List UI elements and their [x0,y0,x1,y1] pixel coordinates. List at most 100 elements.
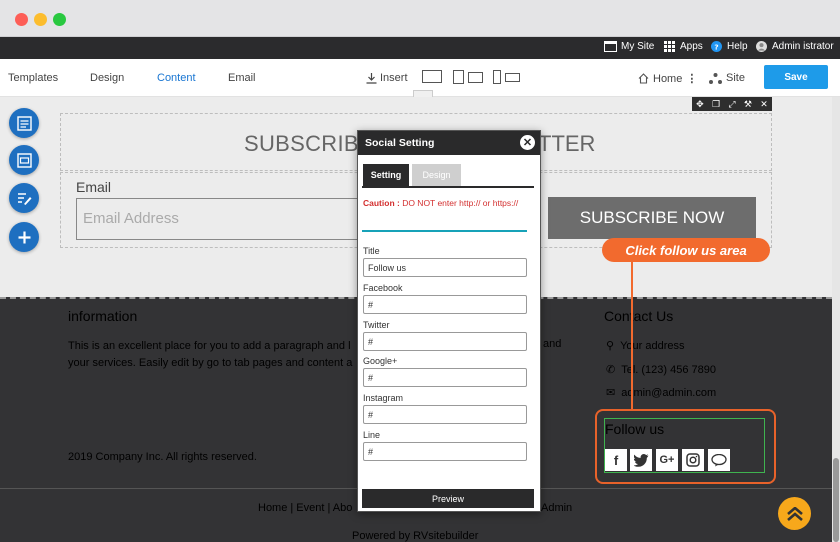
subscribe-button[interactable]: SUBSCRIBE NOW [548,197,756,239]
help-icon: ? [711,41,722,52]
preview-button[interactable]: Preview [362,489,534,508]
envelope-icon: ✉ [606,387,616,399]
my-site-link[interactable]: My Site [604,41,654,52]
dialog-title: Social Setting [358,131,540,155]
google-plus-icon[interactable]: G+ [656,449,678,471]
caution-label: Caution : [363,198,400,208]
instagram-field[interactable]: # [363,405,527,424]
home-page-selector[interactable]: Home ⋮ [638,72,697,85]
map-pin-icon: ⚲ [606,340,615,352]
svg-text:?: ? [714,42,718,51]
callout-pointer [631,262,633,409]
help-link[interactable]: ? Help [710,41,748,52]
tab-email[interactable]: Email [228,72,256,84]
add-section-button[interactable] [9,222,39,252]
tab-content[interactable]: Content [157,72,196,84]
caution-text: Caution : DO NOT enter http:// or https:… [363,197,533,210]
edit-content-button[interactable] [9,183,39,213]
title-field[interactable]: Follow us [363,258,527,277]
settings-icon[interactable]: ⚒ [744,99,752,110]
facebook-icon[interactable]: f [605,449,627,471]
close-window-button[interactable] [15,13,28,26]
help-label: Help [727,41,748,52]
browser-icon [604,41,617,52]
mobile-view-icon[interactable] [493,70,501,84]
footer-menu[interactable]: Home | Event | Abo [258,502,352,514]
footer-menu-admin[interactable]: Admin [541,502,572,514]
contact-address: ⚲ Your address [606,339,685,353]
copyright-text: 2019 Company Inc. All rights reserved. [68,451,257,463]
mobile-landscape-view-icon[interactable] [505,73,520,82]
social-setting-dialog: Social Setting ✕ Setting Design Caution … [357,130,541,512]
line-field[interactable]: # [363,442,527,461]
twitter-field-label: Twitter [363,320,390,330]
maximize-window-button[interactable] [53,13,66,26]
tab-design-dialog[interactable]: Design [412,164,461,186]
title-field-label: Title [363,246,380,256]
sections-button[interactable] [9,145,39,175]
site-menu[interactable]: Site [709,72,745,84]
tab-design[interactable]: Design [90,72,124,84]
close-icon[interactable]: ✕ [760,99,768,110]
contact-phone: ✆ Tel. (123) 456 7890 [606,363,717,377]
avatar-icon [756,41,767,52]
apps-link[interactable]: Apps [663,41,703,52]
section-icon [16,152,32,168]
tab-setting[interactable]: Setting [363,164,409,186]
download-icon [366,72,377,84]
tab-templates[interactable]: Templates [8,72,58,84]
address-text: Your address [620,339,685,352]
save-button[interactable]: Save [764,65,828,89]
site-label: Site [726,72,745,84]
insert-button[interactable]: Insert [366,72,408,84]
layout-icon [16,115,32,131]
scrollbar-thumb[interactable] [833,458,839,542]
dialog-close-button[interactable]: ✕ [520,135,535,150]
contact-title: Contact Us [604,308,674,324]
tablet-view-icon[interactable] [453,70,464,84]
google-plus-field-label: Google+ [363,356,398,366]
twitter-icon[interactable] [630,449,652,471]
facebook-field-label: Facebook [363,283,403,293]
email-field[interactable]: Email Address [76,198,366,240]
admin-bar: My Site Apps ? Help Admin istrator [0,37,840,59]
facebook-field[interactable]: # [363,295,527,314]
instagram-field-label: Instagram [363,393,404,403]
grid-icon [664,41,675,52]
user-menu[interactable]: Admin istrator [755,41,834,52]
tab-underline [362,186,534,188]
page-settings-button[interactable] [9,108,39,138]
phone-text: Tel. (123) 456 7890 [621,363,717,376]
caution-divider [362,230,527,232]
copy-icon[interactable]: ❐ [712,99,720,110]
desktop-view-icon[interactable] [422,70,442,83]
my-site-label: My Site [621,41,655,52]
home-label: Home [653,72,683,85]
scroll-to-top-button[interactable] [778,497,811,530]
move-icon[interactable]: ✥ [696,99,704,110]
edit-text-icon [17,192,31,205]
minimize-window-button[interactable] [34,13,47,26]
line-icon[interactable] [708,449,730,471]
resize-icon[interactable]: ⤢ [728,99,735,110]
plus-icon [18,231,30,243]
window-titlebar [0,0,840,37]
instagram-icon[interactable] [682,449,704,471]
kebab-menu-icon[interactable]: ⋮ [686,72,697,85]
block-tools-bar: ✥ ❐ ⤢ ⚒ ✕ [692,97,772,111]
email-label: Email [76,179,112,195]
annotation-callout: Click follow us area [602,238,770,262]
google-plus-field[interactable]: # [363,368,527,387]
email-text: admin@admin.com [621,386,717,399]
apps-label: Apps [680,41,703,52]
powered-by-text: Powered by RVsitebuilder [352,530,479,542]
home-icon [638,73,649,84]
double-chevron-up-icon [786,506,803,521]
subscribe-title-right: TTER [538,131,596,156]
subscribe-title-left: SUBSCRIB [244,131,359,156]
follow-us-title: Follow us [605,421,665,437]
line-field-label: Line [363,430,381,440]
contact-email: ✉ admin@admin.com [606,386,717,400]
twitter-field[interactable]: # [363,332,527,351]
tablet-landscape-view-icon[interactable] [468,72,483,83]
